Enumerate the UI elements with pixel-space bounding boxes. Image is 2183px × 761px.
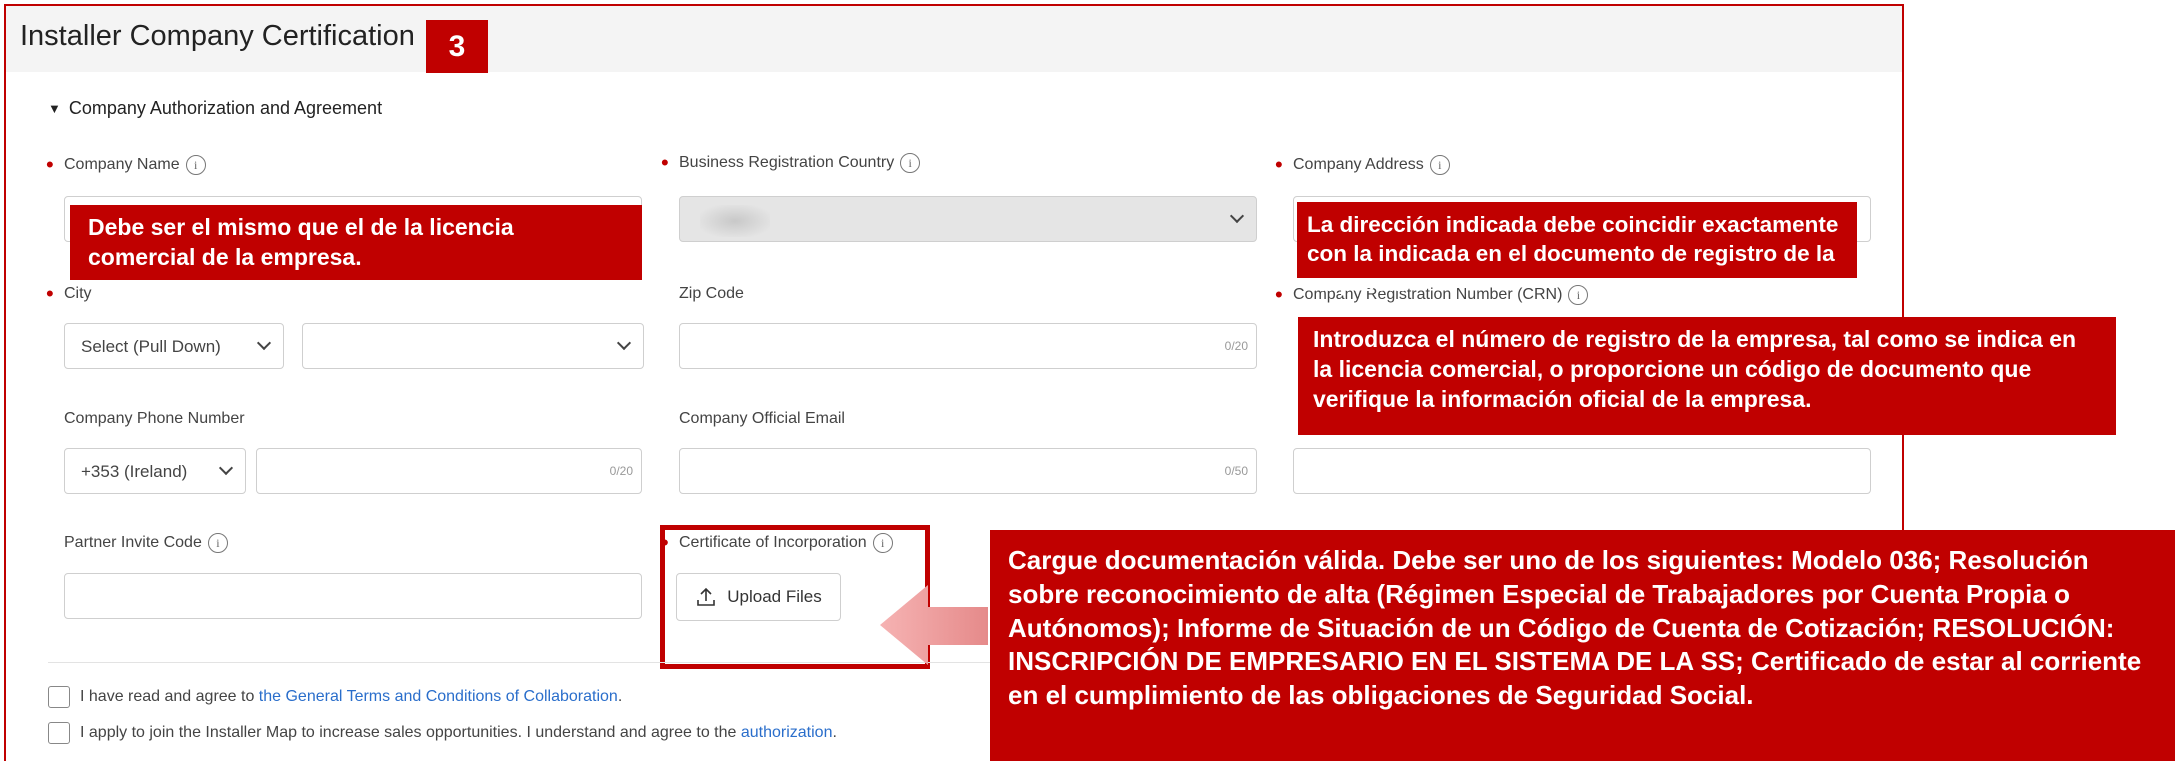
required-dot-icon: • [661, 150, 669, 175]
pointer-arrow-icon [880, 585, 988, 665]
callout-certificate: Cargue documentación válida. Debe ser un… [990, 530, 2175, 761]
company-name-label: • Company Name i [46, 154, 206, 176]
terms-link[interactable]: the General Terms and Conditions of Coll… [259, 688, 618, 705]
chevron-down-icon [256, 335, 272, 351]
crn-input[interactable] [1293, 448, 1871, 494]
company-address-label: • Company Address i [1275, 154, 1450, 176]
partner-code-input[interactable] [64, 573, 642, 619]
caret-down-icon: ▼ [48, 101, 61, 116]
blurred-value [700, 205, 770, 237]
map-checkbox[interactable] [48, 722, 70, 744]
info-icon[interactable]: i [185, 155, 206, 175]
country-code-select[interactable]: +353 (Ireland) [64, 448, 246, 494]
form-header: Installer Company Certification [6, 6, 1902, 72]
city-select[interactable] [302, 323, 644, 369]
required-dot-icon: • [1275, 152, 1283, 177]
terms-checkbox[interactable] [48, 686, 70, 708]
required-dot-icon: • [46, 152, 54, 177]
info-icon[interactable]: i [1429, 155, 1450, 175]
section-title: Company Authorization and Agreement [68, 98, 383, 118]
page-title: Installer Company Certification [20, 20, 415, 52]
callout-crn: Introduzca el número de registro de la e… [1298, 317, 2116, 435]
business-country-select[interactable] [679, 196, 1257, 242]
chevron-down-icon [1229, 208, 1245, 224]
callout-company-name: Debe ser el mismo que el de la licencia … [70, 205, 642, 280]
chevron-down-icon [218, 460, 234, 476]
chevron-down-icon [616, 335, 632, 351]
partner-code-label: Partner Invite Code i [64, 533, 228, 553]
callout-address: La dirección indicada debe coincidir exa… [1297, 202, 1857, 296]
city-region-value: Select (Pull Down) [81, 337, 221, 356]
char-counter: 0/50 [1224, 464, 1248, 478]
authorization-link[interactable]: authorization [741, 724, 833, 741]
country-code-value: +353 (Ireland) [81, 462, 188, 481]
zip-code-input[interactable]: 0/20 [679, 323, 1257, 369]
terms-agreement-row: I have read and agree to the General Ter… [48, 686, 622, 708]
phone-input[interactable]: 0/20 [256, 448, 642, 494]
info-icon[interactable]: i [900, 153, 921, 173]
required-dot-icon: • [1275, 282, 1283, 307]
map-agreement-row: I apply to join the Installer Map to inc… [48, 722, 837, 744]
info-icon[interactable]: i [1568, 285, 1589, 305]
email-label: Company Official Email [679, 410, 845, 427]
info-icon[interactable]: i [207, 533, 228, 553]
char-counter: 0/20 [1224, 339, 1248, 353]
char-counter: 0/20 [609, 464, 633, 478]
email-input[interactable]: 0/50 [679, 448, 1257, 494]
city-region-select[interactable]: Select (Pull Down) [64, 323, 284, 369]
required-dot-icon: • [46, 281, 54, 306]
map-text: I apply to join the Installer Map to inc… [80, 724, 837, 741]
zip-code-label: Zip Code [679, 285, 744, 302]
section-toggle[interactable]: ▼ Company Authorization and Agreement [48, 98, 382, 119]
step-badge: 3 [426, 20, 488, 73]
city-label: • City [46, 281, 92, 306]
phone-label: Company Phone Number [64, 410, 245, 427]
business-country-label: • Business Registration Country i [661, 152, 921, 174]
terms-text: I have read and agree to the General Ter… [80, 688, 623, 705]
